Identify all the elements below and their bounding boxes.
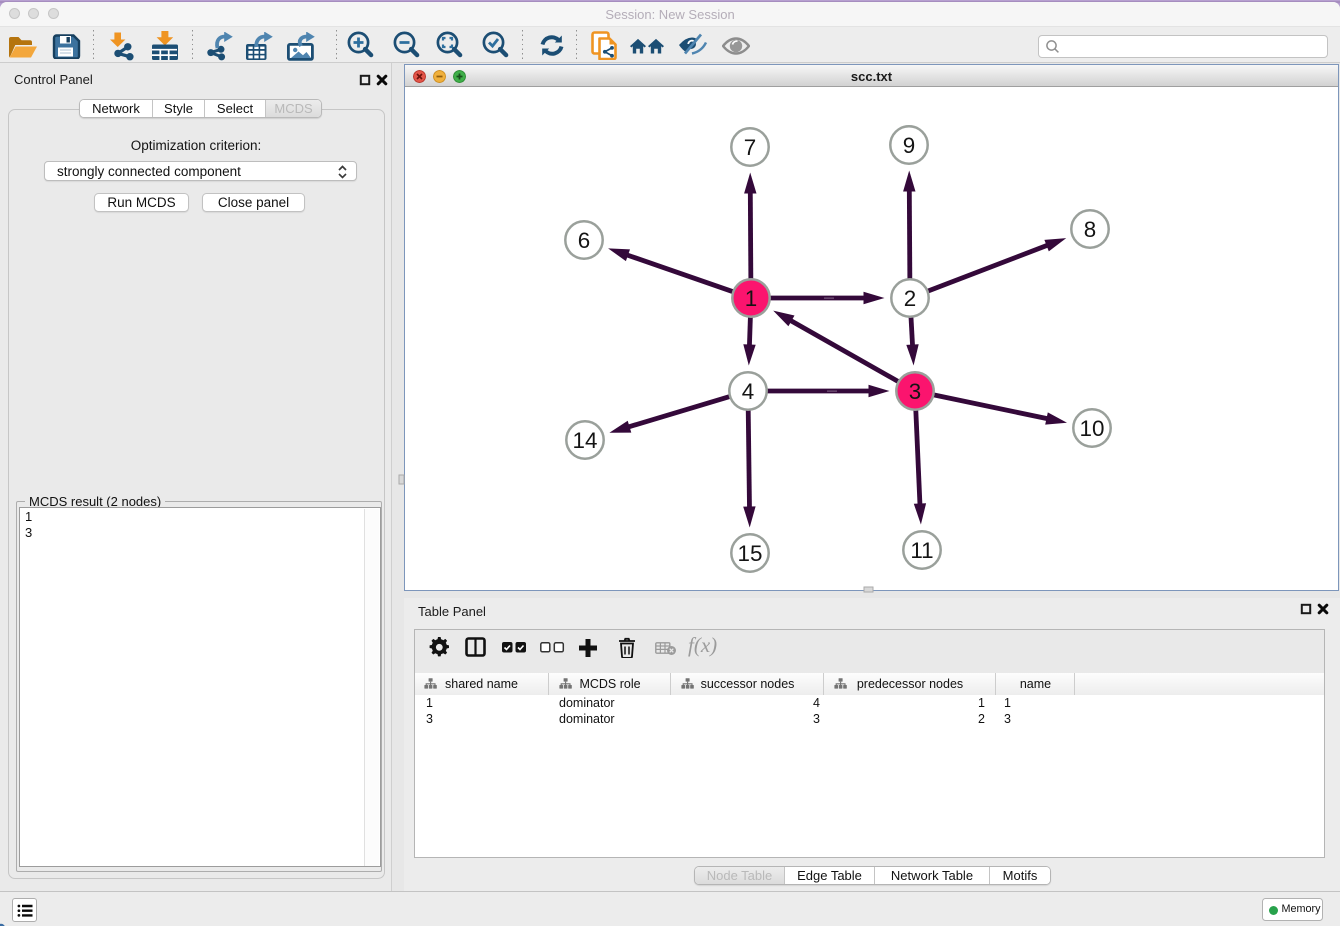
svg-text:1: 1 bbox=[745, 286, 757, 311]
svg-text:3: 3 bbox=[909, 379, 921, 404]
svg-text:8: 8 bbox=[1084, 217, 1096, 242]
svg-text:15: 15 bbox=[738, 541, 763, 566]
svg-text:14: 14 bbox=[573, 428, 598, 453]
svg-text:6: 6 bbox=[578, 228, 590, 253]
svg-text:9: 9 bbox=[903, 133, 915, 158]
svg-text:11: 11 bbox=[910, 538, 933, 563]
svg-text:10: 10 bbox=[1080, 416, 1105, 441]
svg-text:4: 4 bbox=[742, 379, 754, 404]
svg-text:7: 7 bbox=[744, 135, 756, 160]
svg-text:2: 2 bbox=[904, 286, 916, 311]
